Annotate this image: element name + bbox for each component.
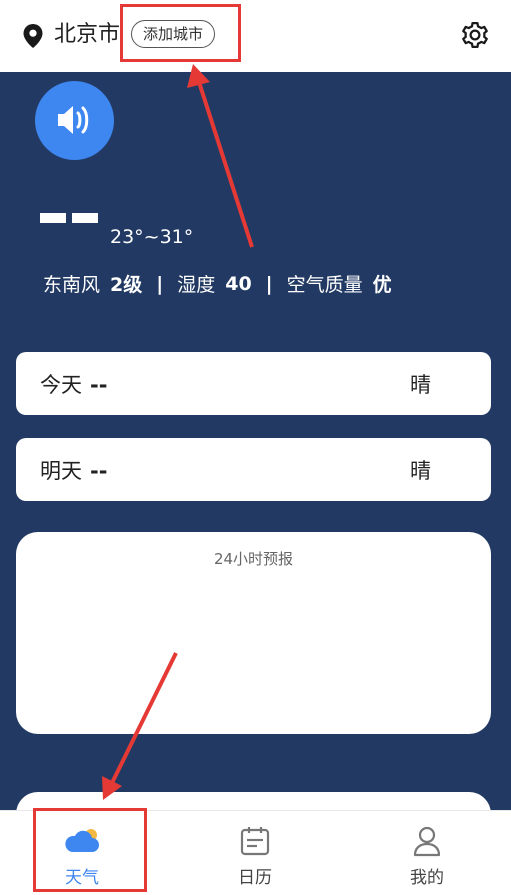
forecast-title: 24小时预报	[213, 550, 294, 568]
weather-panel: 23°~31° 东南风 2级 | 湿度 40 | 空气质量 优 今天 -- 晴 明…	[0, 72, 511, 852]
nav-label: 我的	[410, 868, 444, 888]
divider: |	[156, 272, 164, 295]
current-temp-placeholder	[40, 213, 66, 223]
user-icon	[413, 826, 441, 857]
day-weather: 晴	[410, 459, 431, 483]
tab-calendar[interactable]: 日历	[200, 811, 310, 895]
today-card[interactable]: 今天 -- 晴	[16, 352, 491, 415]
location-pin-icon	[23, 24, 43, 48]
current-temp-placeholder	[72, 213, 98, 223]
voice-broadcast-button[interactable]	[35, 81, 114, 160]
speaker-icon	[58, 106, 89, 134]
humidity-value: 40	[225, 272, 252, 295]
air-quality-label: 空气质量	[286, 274, 363, 296]
day-label: 明天 --	[40, 455, 107, 485]
wind-label: 东南风	[43, 274, 101, 296]
top-bar: 北京市 添加城市	[0, 0, 511, 72]
nav-label: 日历	[238, 868, 272, 888]
annotation-highlight-box	[33, 808, 147, 892]
day-name: 今天	[40, 373, 82, 397]
city-name[interactable]: 北京市	[54, 20, 120, 50]
weather-metrics: 东南风 2级 | 湿度 40 | 空气质量 优	[43, 270, 392, 297]
annotation-highlight-box	[120, 4, 241, 62]
humidity-label: 湿度	[177, 274, 216, 296]
wind-value: 2级	[110, 274, 143, 296]
calendar-icon	[240, 827, 270, 856]
hourly-forecast-card: 24小时预报	[16, 532, 491, 734]
tab-profile[interactable]: 我的	[372, 811, 482, 895]
divider: |	[265, 272, 273, 295]
day-temp: --	[90, 373, 108, 397]
tomorrow-card[interactable]: 明天 -- 晴	[16, 438, 491, 501]
day-label: 今天 --	[40, 369, 107, 399]
gear-icon[interactable]	[460, 20, 490, 50]
temp-range: 23°~31°	[110, 226, 194, 248]
day-temp: --	[90, 459, 108, 483]
day-name: 明天	[40, 459, 82, 483]
day-weather: 晴	[410, 373, 431, 397]
air-quality-value: 优	[372, 274, 392, 296]
